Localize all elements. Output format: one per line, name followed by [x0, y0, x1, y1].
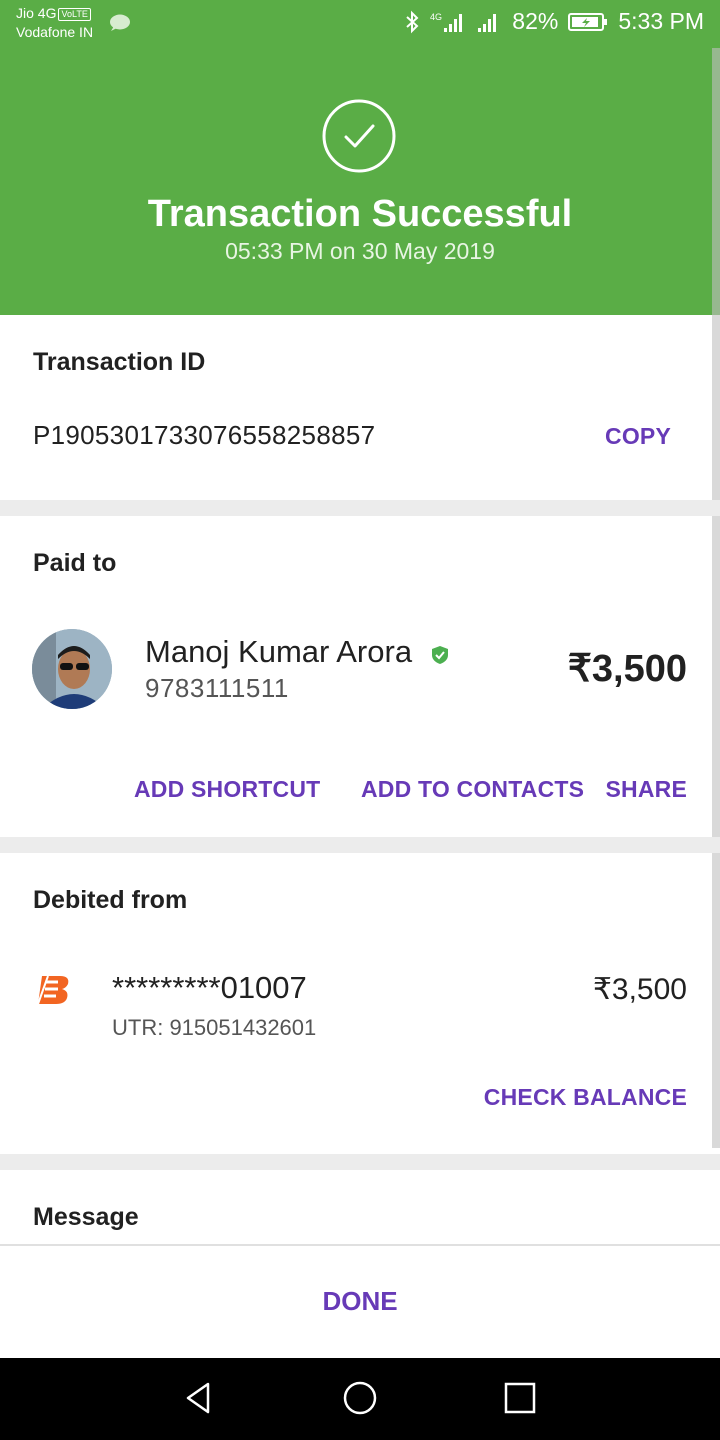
section-divider — [0, 837, 720, 853]
transaction-id-value: P1905301733076558258857 — [33, 420, 376, 450]
bluetooth-icon — [406, 10, 419, 33]
status-icons: 4G 82% 5:33 PM — [404, 8, 704, 35]
clock: 5:33 PM — [618, 8, 704, 34]
utr-number: UTR: 915051432601 — [112, 1015, 317, 1040]
check-balance-button[interactable]: CHECK BALANCE — [484, 1084, 687, 1111]
signal-icon — [478, 13, 497, 32]
check-circle-icon — [322, 99, 396, 173]
page-title: Transaction Successful — [147, 193, 573, 235]
signal-4g-icon: 4G — [430, 12, 463, 32]
recents-icon[interactable] — [500, 1378, 540, 1418]
status-bar: Jio 4G VoLTE Vodafone IN 4G 82% 5:33 PM — [0, 0, 720, 48]
verified-shield-icon — [432, 646, 448, 664]
avatar — [32, 629, 112, 709]
add-to-contacts-button[interactable]: ADD TO CONTACTS — [361, 776, 584, 803]
bank-of-baroda-logo-icon — [37, 975, 69, 1005]
copy-button[interactable]: COPY — [605, 423, 671, 450]
carrier-info: Jio 4G VoLTE Vodafone IN — [16, 4, 93, 42]
section-divider — [0, 1154, 720, 1170]
add-shortcut-button[interactable]: ADD SHORTCUT — [134, 776, 320, 803]
chat-icon — [110, 14, 130, 31]
avatar-image — [32, 629, 112, 709]
done-button[interactable]: DONE — [0, 1286, 720, 1317]
carrier-2: Vodafone IN — [16, 24, 94, 40]
volte-badge: VoLTE — [58, 7, 91, 21]
home-icon[interactable] — [340, 1378, 380, 1418]
debited-amount: ₹3,500 — [592, 973, 687, 1006]
section-divider — [0, 500, 720, 516]
system-nav-bar — [0, 1358, 720, 1440]
debited-from-label: Debited from — [33, 886, 188, 914]
transaction-timestamp: 05:33 PM on 30 May 2019 — [225, 238, 495, 264]
payee-name: Manoj Kumar Arora — [145, 634, 413, 669]
paid-to-label: Paid to — [33, 549, 117, 577]
transaction-id-label: Transaction ID — [33, 348, 206, 376]
message-label: Message — [33, 1203, 139, 1231]
share-button[interactable]: SHARE — [605, 776, 687, 803]
battery-percent: 82% — [512, 8, 559, 34]
scrollbar[interactable] — [712, 48, 720, 1148]
back-icon[interactable] — [180, 1378, 220, 1418]
payee-phone: 9783111511 — [145, 673, 289, 703]
carrier-1: Jio 4G — [16, 5, 57, 21]
paid-amount: ₹3,500 — [567, 648, 687, 690]
battery-charging-icon — [568, 12, 608, 31]
account-number: *********01007 — [112, 970, 307, 1005]
network-1: 4G — [430, 12, 442, 22]
